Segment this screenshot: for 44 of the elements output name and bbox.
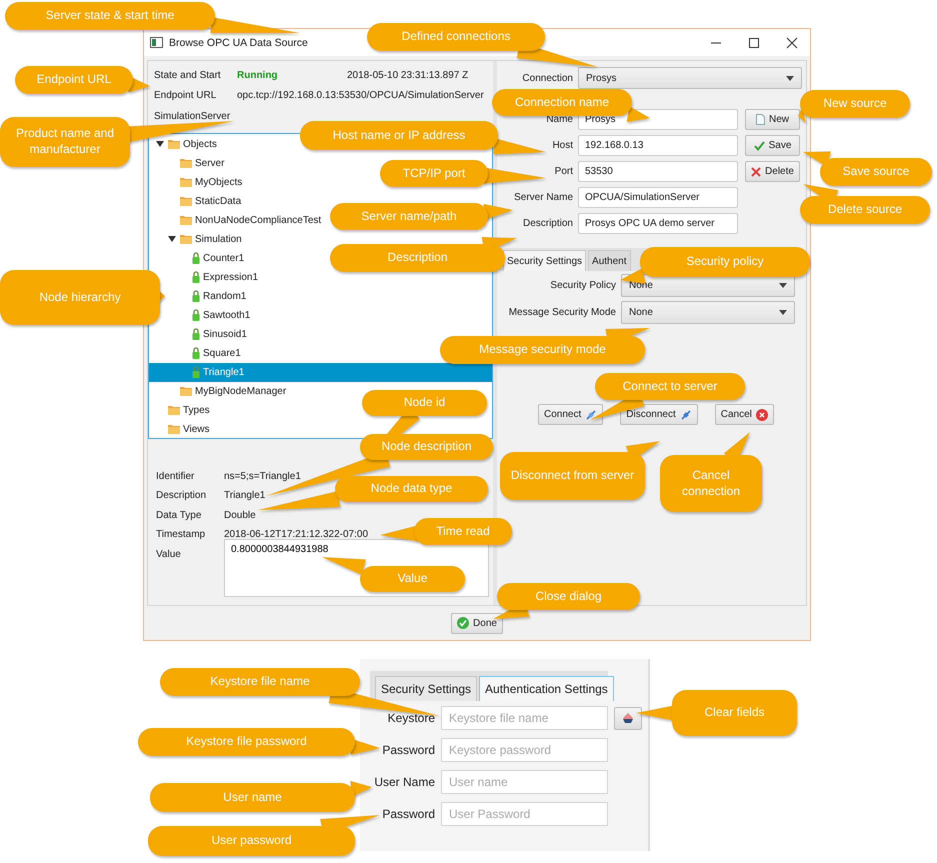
field-label: Security Policy	[550, 280, 616, 291]
callout: Node description	[360, 434, 493, 460]
field-label: Host	[552, 140, 573, 151]
callout: Node id	[362, 390, 487, 416]
field-label: Name	[546, 114, 573, 125]
field-value: 2018-06-12T17:21:12.322-07:00	[224, 529, 368, 540]
endpoint-url: opc.tcp://192.168.0.13:53530/OPCUA/SimulationServer	[237, 90, 484, 102]
window-title: Browse OPC UA Data Source	[169, 36, 308, 48]
callout: Keystore file name	[160, 668, 360, 696]
callout: User name	[150, 783, 355, 812]
callout: Clear fields	[672, 690, 797, 736]
callout: Security policy	[640, 247, 810, 277]
field-label: Connection	[522, 72, 573, 84]
server-state: Running	[237, 70, 278, 81]
field-label: Identifier	[156, 470, 194, 482]
callout: Product name and manufacturer	[0, 117, 130, 167]
field-label: Password	[382, 743, 435, 757]
field-label: Description	[156, 490, 206, 502]
field-label: Endpoint URL	[154, 90, 216, 102]
product-name: SimulationServer	[154, 110, 230, 122]
field-value: ns=5;s=Triangle1	[224, 470, 301, 482]
field-label: Message Security Mode	[508, 307, 616, 318]
field-label: State and Start	[154, 70, 221, 81]
field-label: User Name	[374, 775, 435, 789]
callout: Disconnect from server	[500, 452, 645, 500]
field-label: Data Type	[156, 510, 202, 521]
callout: Host name or IP address	[300, 121, 498, 150]
callout: Server state & start time	[5, 2, 215, 30]
start-time: 2018-05-10 23:31:13.897 Z	[347, 70, 468, 81]
callout: New source	[800, 90, 910, 118]
field-label: Password	[382, 807, 435, 821]
callout: Cancel connection	[660, 455, 762, 512]
field-value: Double	[224, 510, 256, 521]
field-label: Server Name	[514, 192, 573, 203]
callout: Value	[360, 566, 465, 592]
field-label: Port	[554, 166, 573, 177]
field-label: Keystore	[388, 711, 435, 725]
field-label: Timestamp	[156, 529, 206, 540]
callout: Connection name	[492, 89, 632, 116]
callout: Node data type	[335, 476, 488, 502]
field-value: Triangle1	[224, 490, 266, 502]
field-label: Value	[156, 548, 181, 560]
field-label: Description	[522, 218, 573, 229]
callout: Node hierarchy	[0, 270, 160, 325]
